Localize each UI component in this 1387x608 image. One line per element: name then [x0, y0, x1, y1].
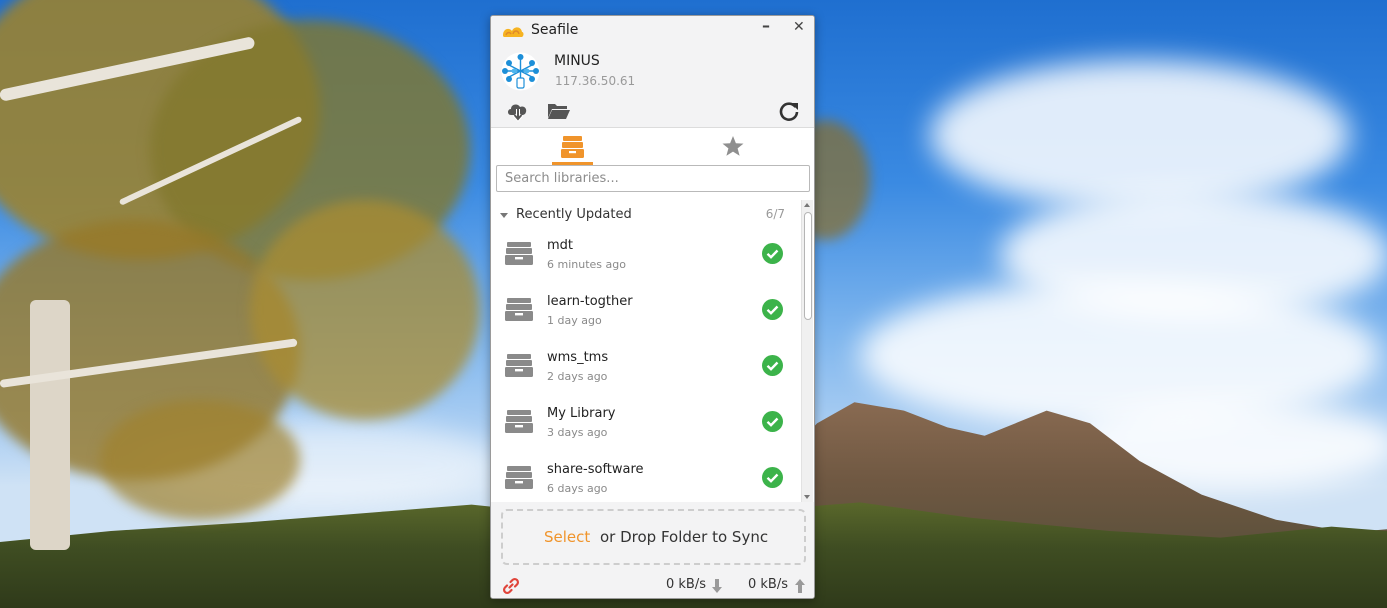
library-row[interactable]: My Library 3 days ago [491, 398, 796, 454]
account-avatar[interactable] [500, 51, 541, 92]
library-name: wms_tms [547, 350, 609, 365]
search-input[interactable] [496, 165, 810, 192]
library-row[interactable]: learn-togther 1 day ago [491, 286, 796, 342]
status-bar: 0 kB/s 0 kB/s [491, 572, 814, 598]
seafile-window: Seafile – ✕ MINUS 117.36.50.61 Search li… [490, 15, 815, 599]
download-arrow-icon [712, 579, 722, 593]
account-name: MINUS [554, 53, 600, 69]
synced-check-icon [762, 243, 783, 264]
library-name: share-software [547, 462, 644, 477]
scroll-thumb[interactable] [804, 212, 812, 320]
library-name: My Library [547, 406, 616, 421]
seafile-logo-icon [503, 27, 524, 37]
link-icon[interactable] [501, 576, 521, 596]
library-updated: 3 days ago [547, 426, 608, 439]
library-icon [505, 242, 533, 265]
synced-check-icon [762, 299, 783, 320]
window-title: Seafile [531, 22, 579, 38]
group-count: 6/7 [765, 207, 785, 221]
download-rate: 0 kB/s [666, 577, 707, 592]
library-list: Recently Updated 6/7 mdt 6 minutes ago l… [491, 200, 814, 502]
synced-check-icon [762, 467, 783, 488]
folder-open-icon[interactable] [547, 101, 571, 121]
tab-starred[interactable] [711, 129, 755, 165]
library-updated: 6 minutes ago [547, 258, 626, 271]
close-button[interactable]: ✕ [793, 19, 805, 35]
library-updated: 1 day ago [547, 314, 602, 327]
libraries-icon [561, 136, 584, 158]
server-address: 117.36.50.61 [555, 74, 636, 88]
group-label: Recently Updated [516, 207, 632, 222]
tab-bar [491, 129, 814, 165]
cloud-download-icon[interactable] [506, 100, 530, 122]
library-icon [505, 410, 533, 433]
window-header: Seafile – ✕ MINUS 117.36.50.61 [491, 16, 814, 128]
minimize-button[interactable]: – [762, 16, 770, 35]
select-folder-link[interactable]: Select [544, 528, 590, 546]
library-icon [505, 354, 533, 377]
library-name: mdt [547, 238, 574, 253]
library-updated: 2 days ago [547, 370, 608, 383]
library-updated: 6 days ago [547, 482, 608, 495]
synced-check-icon [762, 355, 783, 376]
scroll-down-arrow-icon[interactable] [804, 495, 810, 499]
drop-folder-text: or Drop Folder to Sync [600, 528, 769, 546]
library-row[interactable]: wms_tms 2 days ago [491, 342, 796, 398]
collapse-triangle-icon[interactable] [500, 213, 508, 218]
upload-rate: 0 kB/s [748, 577, 789, 592]
drop-area: Select or Drop Folder to Sync [491, 502, 814, 572]
scroll-up-arrow-icon[interactable] [804, 203, 810, 207]
tab-libraries[interactable] [552, 129, 593, 165]
library-name: learn-togther [547, 294, 633, 309]
recently-updated-group[interactable]: Recently Updated 6/7 [491, 204, 796, 226]
refresh-icon[interactable] [778, 100, 800, 122]
synced-check-icon [762, 411, 783, 432]
library-icon [505, 466, 533, 489]
star-icon [722, 136, 744, 156]
drop-folder-zone[interactable]: Select or Drop Folder to Sync [501, 509, 806, 565]
library-row[interactable]: mdt 6 minutes ago [491, 230, 796, 286]
library-icon [505, 298, 533, 321]
upload-arrow-icon [795, 579, 805, 593]
library-list-scrollbar[interactable] [801, 200, 813, 502]
